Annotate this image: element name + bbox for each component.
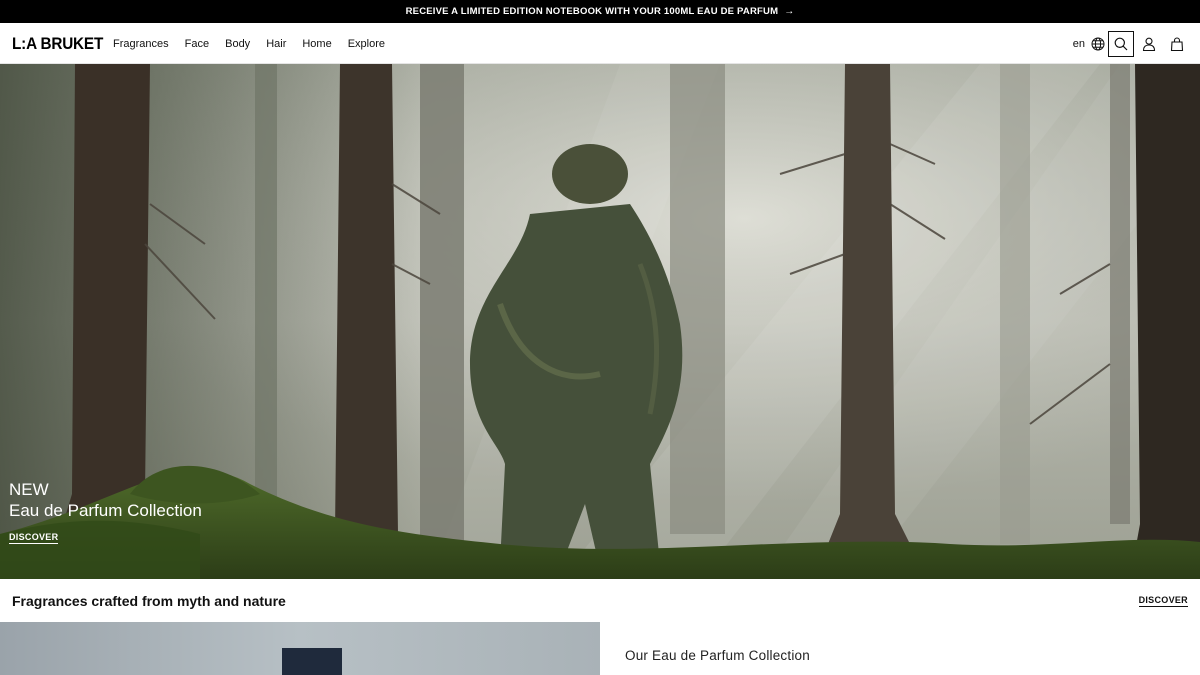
main-nav: Fragrances Face Body Hair Home Explore [113,23,401,64]
site-header: L:A BRUKET Fragrances Face Body Hair Hom… [0,23,1200,64]
nav-item-face[interactable]: Face [185,38,209,50]
hero-banner[interactable]: NEW Eau de Parfum Collection DISCOVER [0,64,1200,579]
language-selector[interactable]: en [1073,38,1085,50]
search-icon[interactable] [1108,30,1134,57]
nav-item-explore[interactable]: Explore [348,38,385,50]
product-image[interactable] [0,622,600,675]
feature-panel: Our Eau de Parfum Collection [600,622,1200,675]
section-discover-link[interactable]: DISCOVER [1138,595,1188,607]
brand-logo[interactable]: L:A BRUKET [12,34,103,54]
arrow-right-icon: → [784,6,795,17]
header-actions: en [1073,23,1190,64]
hero-title: Eau de Parfum Collection [9,501,202,520]
nav-item-home[interactable]: Home [302,38,331,50]
bag-icon[interactable] [1164,31,1190,57]
hero-tag: NEW [9,480,49,499]
hero-caption: NEW Eau de Parfum Collection DISCOVER [9,480,202,545]
account-icon[interactable] [1136,31,1162,57]
globe-icon[interactable] [1090,31,1106,57]
nav-item-fragrances[interactable]: Fragrances [113,38,169,50]
section-title: Fragrances crafted from myth and nature [12,592,286,609]
feature-title: Our Eau de Parfum Collection [625,648,810,663]
announcement-bar[interactable]: RECEIVE A LIMITED EDITION NOTEBOOK WITH … [0,0,1200,23]
nav-item-body[interactable]: Body [225,38,250,50]
product-photo [0,622,600,675]
hero-discover-link[interactable]: DISCOVER [9,532,59,544]
announcement-text: RECEIVE A LIMITED EDITION NOTEBOOK WITH … [405,6,779,17]
nav-item-hair[interactable]: Hair [266,38,286,50]
section-header: Fragrances crafted from myth and nature … [0,579,1200,622]
